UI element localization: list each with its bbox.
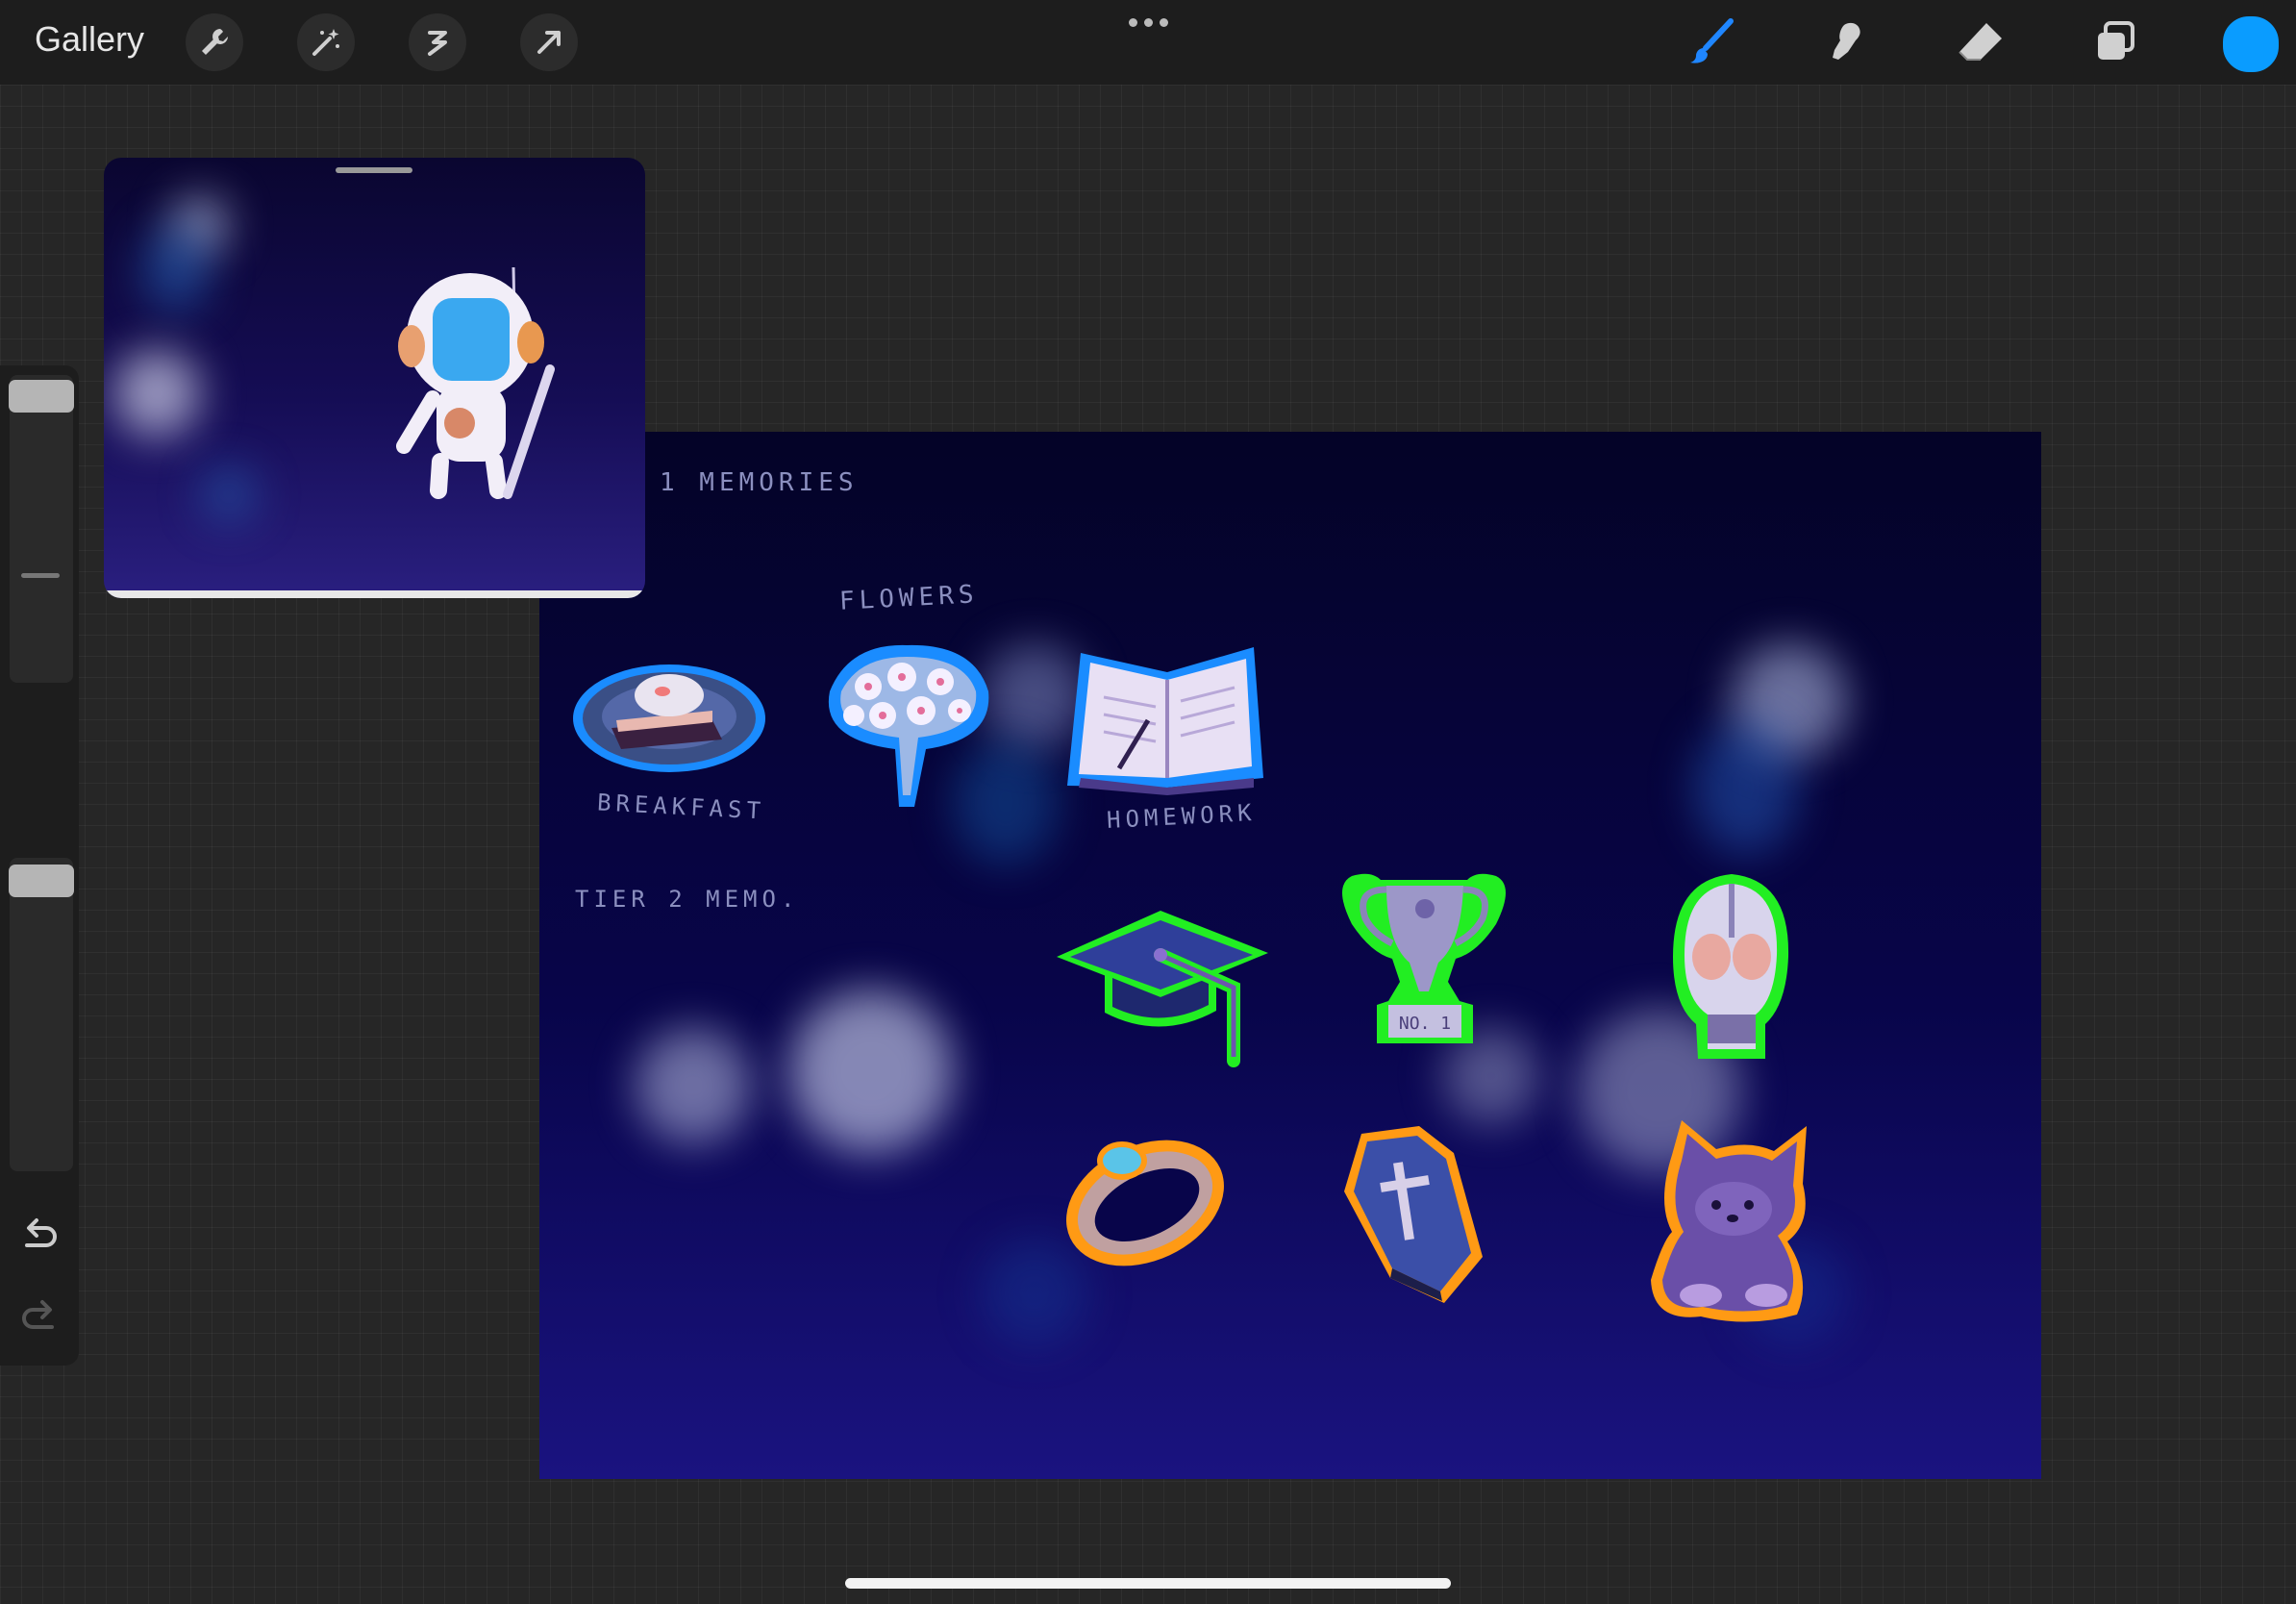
selection-icon <box>428 31 447 56</box>
opacity-thumb[interactable] <box>9 865 74 897</box>
tier-2-label: TIER 2 MEMO. <box>575 886 800 913</box>
smudge-icon <box>1833 22 1860 60</box>
transform-button[interactable] <box>520 13 578 71</box>
layers-icon <box>2098 21 2134 60</box>
flowers-label: FLOWERS <box>838 580 980 616</box>
helmet-sticker[interactable] <box>1669 870 1794 1063</box>
gallery-button[interactable]: Gallery <box>35 19 144 60</box>
cat-sticker[interactable] <box>1643 1116 1816 1328</box>
drawing-canvas[interactable]: 1 MEMORIES FLOWERS BREAKFAST HOMEWORK TI… <box>539 432 2041 1479</box>
light-blob <box>636 1028 751 1143</box>
redo-icon[interactable] <box>17 1296 62 1341</box>
coffin-sticker[interactable] <box>1342 1124 1486 1307</box>
actions-button[interactable] <box>186 13 243 71</box>
breakfast-label: BREAKFAST <box>596 789 766 825</box>
reference-bottom-edge <box>104 590 645 598</box>
more-options-button[interactable] <box>1123 10 1173 35</box>
side-toolbar <box>0 365 79 1366</box>
eraser-tool-button[interactable] <box>1950 13 2011 71</box>
homework-label: HOMEWORK <box>1106 798 1258 835</box>
flowers-sticker[interactable] <box>811 634 1003 826</box>
smudge-tool-button[interactable] <box>1815 13 1877 71</box>
light-blob <box>113 350 200 437</box>
trophy-sticker[interactable]: NO. 1 <box>1333 866 1515 1049</box>
magic-wand-icon <box>312 29 339 56</box>
wrench-icon <box>202 29 228 55</box>
home-indicator[interactable] <box>845 1578 1451 1589</box>
brush-size-slider[interactable] <box>10 375 73 683</box>
light-blob <box>142 225 210 312</box>
reference-window[interactable] <box>104 158 645 598</box>
color-picker-button[interactable] <box>2223 16 2279 72</box>
top-toolbar: Gallery <box>0 0 2296 85</box>
light-blob <box>200 465 258 523</box>
breakfast-sticker[interactable] <box>568 653 770 778</box>
trophy-plate-label: NO. 1 <box>1399 1014 1451 1034</box>
graduation-cap-sticker[interactable] <box>1055 907 1270 1080</box>
opacity-slider[interactable] <box>10 858 73 1171</box>
slider-divider <box>21 573 60 578</box>
brush-size-thumb[interactable] <box>9 380 74 413</box>
layers-button[interactable] <box>2084 13 2146 71</box>
brush-icon <box>1690 18 1734 63</box>
ring-sticker[interactable] <box>1059 1126 1232 1270</box>
selection-button[interactable] <box>409 13 466 71</box>
brush-tool-button[interactable] <box>1681 13 1742 71</box>
reference-drag-handle[interactable] <box>336 167 412 173</box>
homework-sticker[interactable] <box>1061 643 1273 797</box>
transform-arrow-icon <box>537 31 561 54</box>
astronaut-reference-image <box>396 266 555 499</box>
undo-icon[interactable] <box>17 1215 62 1259</box>
tier-1-label: 1 MEMORIES <box>660 468 859 497</box>
light-blob <box>1693 720 1799 855</box>
light-blob <box>789 990 953 1153</box>
adjustments-button[interactable] <box>297 13 355 71</box>
eraser-icon <box>1959 23 2002 61</box>
